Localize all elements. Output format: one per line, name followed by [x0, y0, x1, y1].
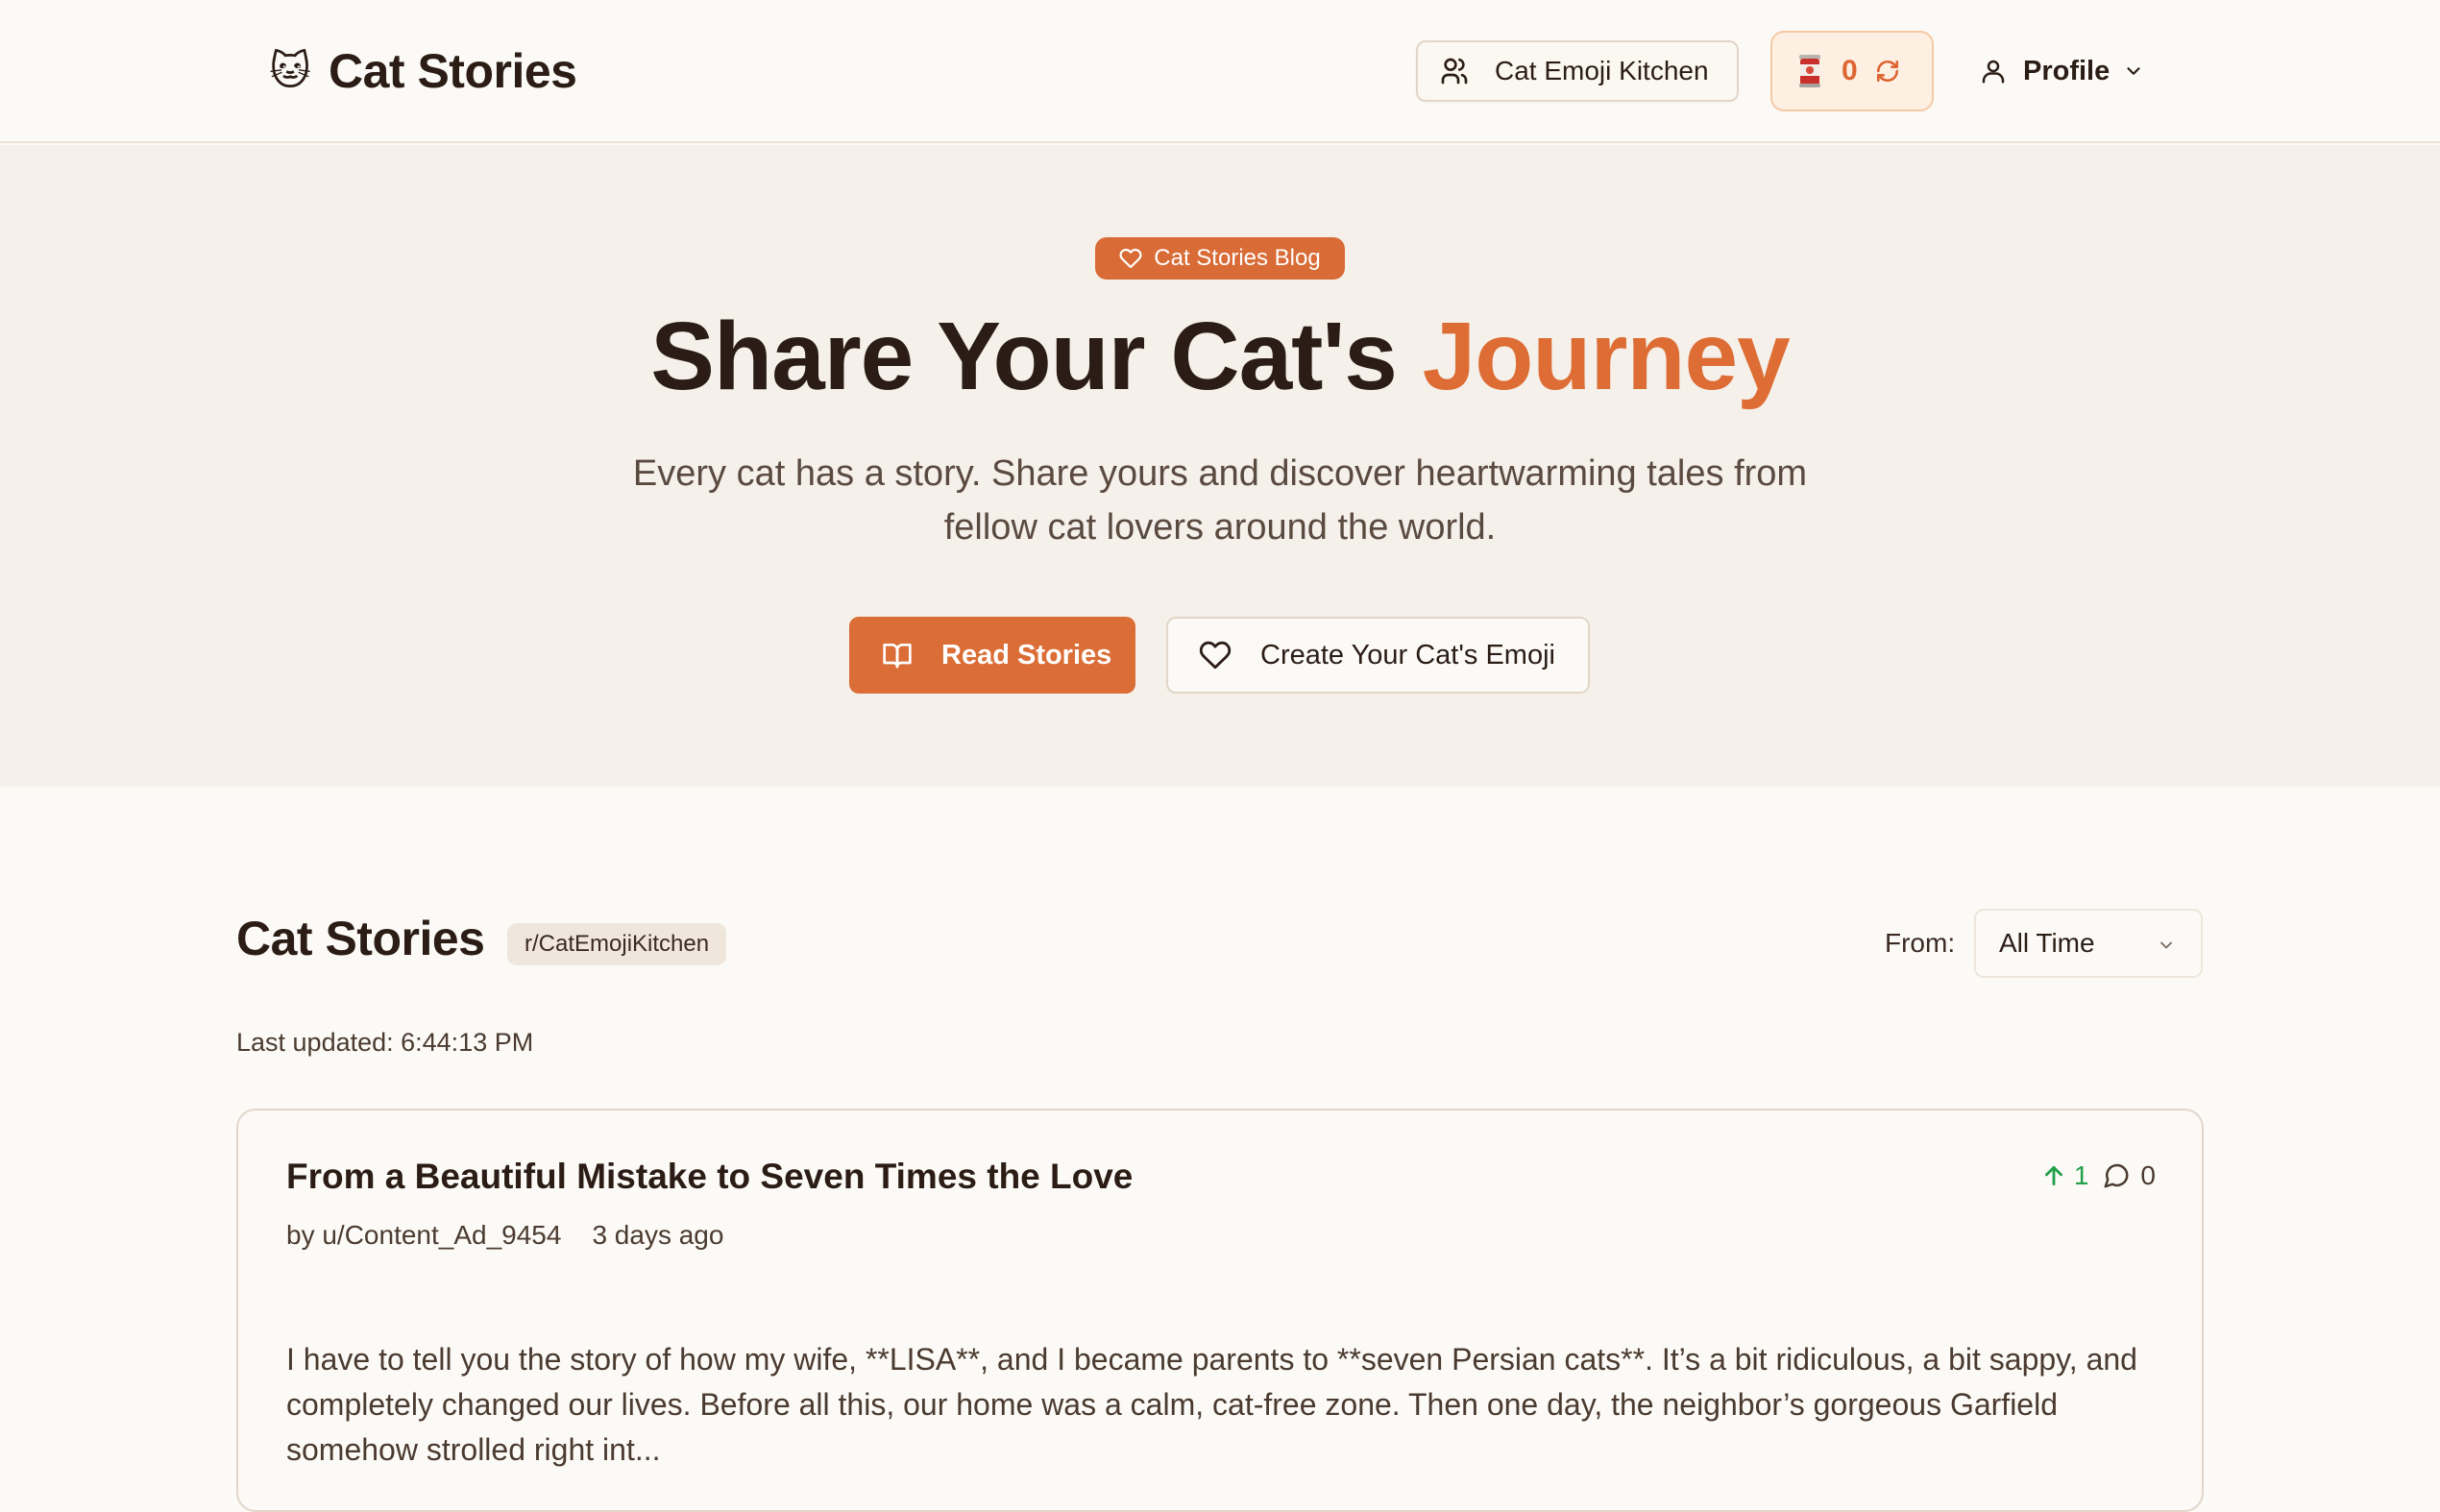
comment-count: 0 [2140, 1160, 2156, 1190]
cat-face-icon: 🐱 [269, 47, 311, 94]
brand-logo[interactable]: 🐱 Cat Stories [269, 42, 577, 100]
story-author[interactable]: by u/Content_Ad_9454 [286, 1220, 561, 1251]
message-circle-icon[interactable] [2102, 1161, 2131, 1190]
users-icon [1441, 58, 1468, 85]
time-range-select[interactable]: All Time [1974, 909, 2203, 978]
book-open-icon [883, 644, 912, 669]
hero-title-main: Share Your Cat's [650, 303, 1423, 410]
read-stories-button[interactable]: Read Stories [849, 617, 1135, 694]
subreddit-badge: r/CatEmojiKitchen [507, 923, 727, 965]
refresh-icon[interactable] [1875, 59, 1900, 84]
cat-emoji-kitchen-button[interactable]: Cat Emoji Kitchen [1416, 40, 1739, 102]
can-count: 0 [1842, 55, 1858, 86]
can-icon [1799, 55, 1820, 87]
heart-icon [1119, 248, 1142, 269]
brand-title: Cat Stories [329, 44, 577, 98]
chevron-down-icon [2127, 67, 2140, 75]
profile-menu[interactable]: Profile [1979, 46, 2144, 96]
heart-icon [1199, 641, 1232, 670]
kitchen-button-label: Cat Emoji Kitchen [1495, 56, 1709, 85]
story-card[interactable]: From a Beautiful Mistake to Seven Times … [236, 1109, 2204, 1512]
arrow-up-icon[interactable] [2041, 1163, 2066, 1188]
upvote-count: 1 [2073, 1160, 2089, 1190]
profile-label: Profile [2023, 55, 2111, 86]
time-range-value: All Time [1999, 928, 2095, 958]
from-label: From: [1885, 928, 1956, 958]
create-emoji-label: Create Your Cat's Emoji [1260, 639, 1555, 671]
blog-badge: Cat Stories Blog [1095, 237, 1345, 280]
can-counter[interactable]: 0 [1770, 31, 1934, 111]
story-excerpt: I have to tell you the story of how my w… [286, 1342, 2137, 1467]
top-header: 🐱 Cat Stories Cat Emoji Kitchen 0 Profil… [0, 0, 2440, 143]
hero-subtitle: Every cat has a story. Share yours and d… [632, 453, 1808, 548]
story-stats: 1 0 [2041, 1160, 2156, 1191]
create-emoji-button[interactable]: Create Your Cat's Emoji [1166, 617, 1590, 694]
hero-title-accent: Journey [1422, 303, 1791, 410]
story-title[interactable]: From a Beautiful Mistake to Seven Times … [286, 1157, 1133, 1197]
stories-section-title: Cat Stories [236, 912, 485, 965]
read-stories-label: Read Stories [941, 639, 1112, 671]
last-updated: Last updated: 6:44:13 PM [236, 1028, 534, 1057]
hero-title: Share Your Cat's Journey [0, 299, 2440, 414]
blog-badge-label: Cat Stories Blog [1154, 245, 1321, 271]
chevron-down-icon [2160, 941, 2172, 949]
story-meta: by u/Content_Ad_9454 3 days ago [286, 1220, 723, 1251]
story-time: 3 days ago [592, 1220, 724, 1250]
hero-section: Cat Stories Blog Share Your Cat's Journe… [0, 145, 2440, 787]
user-icon [1982, 60, 2005, 84]
